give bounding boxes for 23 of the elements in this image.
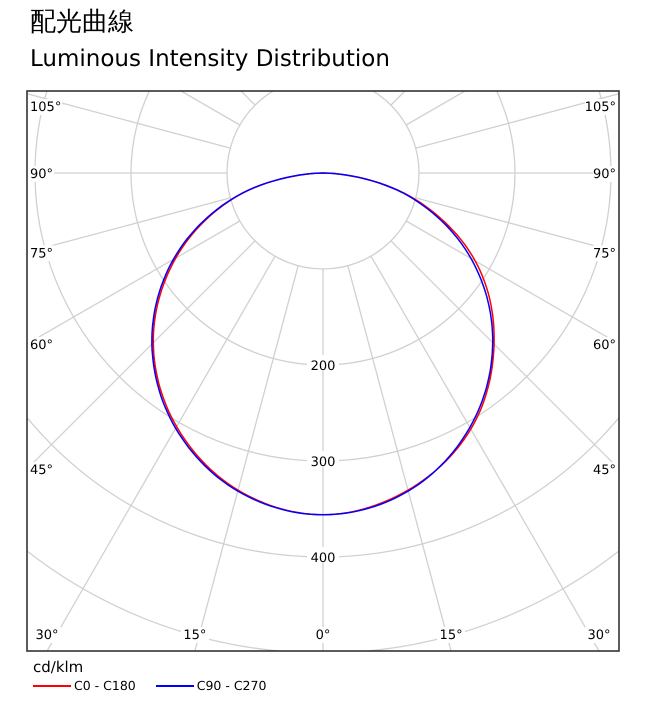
angle-label: 60° xyxy=(592,338,616,353)
angle-label: 15° xyxy=(183,628,206,643)
angle-label: 45° xyxy=(30,463,54,478)
angle-label: 75° xyxy=(592,246,616,262)
angle-label: 30° xyxy=(36,628,59,643)
unit-label: cd/klm xyxy=(33,658,84,676)
angle-label: 15° xyxy=(440,628,463,643)
angle-label: 90° xyxy=(592,167,616,182)
intensity-label: 300 xyxy=(310,455,336,470)
angle-label: 105° xyxy=(584,100,616,115)
legend-label: C0 - C180 xyxy=(74,678,136,694)
angle-label: 45° xyxy=(592,463,616,478)
chart-title: 配光曲線 xyxy=(29,6,135,39)
legend-label: C90 - C270 xyxy=(196,678,266,694)
intensity-label: 200 xyxy=(310,359,336,374)
chart-subtitle: Luminous Intensity Distribution xyxy=(29,45,391,74)
angle-label: 90° xyxy=(30,167,54,182)
angle-label: 30° xyxy=(587,628,610,643)
angle-label: 60° xyxy=(30,338,54,353)
angle-label: 105° xyxy=(30,100,62,115)
intensity-label: 400 xyxy=(310,551,336,566)
angle-label: 75° xyxy=(30,246,54,262)
angle-label: 0° xyxy=(316,628,330,643)
